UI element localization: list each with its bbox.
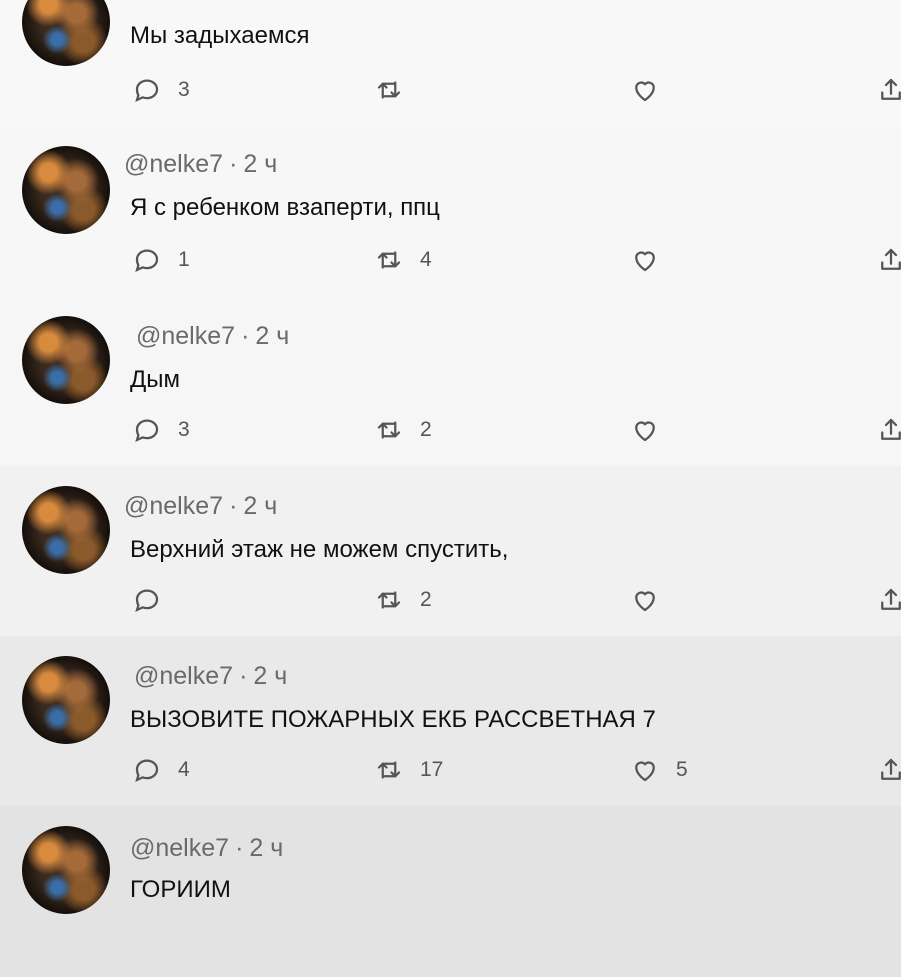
share-button[interactable] bbox=[876, 750, 901, 790]
meta-separator: · bbox=[241, 322, 250, 350]
tweet-meta: @nelke7 · 2 ч bbox=[130, 834, 283, 863]
share-icon bbox=[881, 418, 901, 440]
heart-icon bbox=[635, 421, 655, 442]
share-button[interactable] bbox=[876, 70, 901, 110]
heart-icon bbox=[635, 81, 655, 102]
retweet-icon bbox=[377, 81, 401, 99]
retweet-count: 2 bbox=[420, 418, 432, 441]
share-button[interactable] bbox=[876, 580, 901, 620]
tweet-time: 2 ч bbox=[243, 150, 278, 178]
user-handle[interactable]: @nelke7 bbox=[124, 492, 223, 520]
meta-separator: · bbox=[229, 150, 238, 178]
reply-count: 3 bbox=[178, 78, 190, 101]
user-handle[interactable]: @nelke7 bbox=[136, 322, 235, 350]
tweet-text: ВЫЗОВИТЕ ПОЖАРНЫХ ЕКБ РАССВЕТНАЯ 7 bbox=[130, 706, 656, 733]
heart-icon bbox=[635, 251, 655, 272]
tweet-actions: 3 2 bbox=[0, 410, 901, 450]
avatar[interactable] bbox=[22, 656, 110, 744]
reply-icon bbox=[135, 249, 159, 273]
reply-button[interactable]: 3 bbox=[132, 410, 190, 450]
retweet-icon bbox=[377, 761, 401, 779]
like-button[interactable]: 5 bbox=[630, 750, 688, 790]
user-handle[interactable]: @nelke7 bbox=[124, 150, 223, 178]
reply-icon bbox=[135, 759, 159, 783]
retweet-icon bbox=[377, 591, 401, 609]
tweet[interactable]: @nelke7 · 2 ч Я с ребенком взаперти, ппц 1… bbox=[0, 126, 901, 297]
tweet-actions: 3 bbox=[0, 70, 901, 110]
reply-button[interactable] bbox=[132, 580, 178, 620]
share-button[interactable] bbox=[876, 410, 901, 450]
tweet-time: 2 ч bbox=[249, 834, 284, 862]
tweet[interactable]: @nelke7 · 2 ч Дым 3 2 bbox=[0, 296, 901, 467]
tweet-actions: 2 bbox=[0, 580, 901, 620]
tweet-actions: 1 4 bbox=[0, 240, 901, 280]
retweet-button[interactable]: 17 bbox=[374, 750, 443, 790]
reply-icon bbox=[135, 419, 159, 443]
share-icon bbox=[881, 588, 901, 610]
avatar[interactable] bbox=[22, 486, 110, 574]
share-icon bbox=[881, 758, 901, 780]
like-count: 5 bbox=[676, 758, 688, 781]
tweet-text: Дым bbox=[130, 366, 181, 393]
avatar[interactable] bbox=[22, 146, 110, 234]
tweet-meta: @nelke7 · 2 ч bbox=[134, 662, 287, 691]
tweet-time: 2 ч bbox=[243, 492, 278, 520]
retweet-icon bbox=[377, 251, 401, 269]
meta-separator: · bbox=[235, 834, 244, 862]
reply-icon bbox=[135, 79, 159, 103]
reply-count: 3 bbox=[178, 418, 190, 441]
retweet-button[interactable]: 4 bbox=[374, 240, 432, 280]
tweet-text: ГОРИИМ bbox=[130, 876, 231, 903]
retweet-count: 4 bbox=[420, 248, 432, 271]
tweet-feed: Мы задыхаемся 3 @nelke7 · 2 ч Я с ребенк… bbox=[0, 0, 901, 977]
avatar[interactable] bbox=[22, 826, 110, 914]
reply-count: 4 bbox=[178, 758, 190, 781]
tweet[interactable]: @nelke7 · 2 ч ВЫЗОВИТЕ ПОЖАРНЫХ ЕКБ РАССВЕ… bbox=[0, 636, 901, 807]
tweet[interactable]: @nelke7 · 2 ч ГОРИИМ bbox=[0, 806, 901, 977]
retweet-button[interactable]: 2 bbox=[374, 580, 432, 620]
tweet-text: Я с ребенком взаперти, ппц bbox=[130, 194, 440, 221]
reply-button[interactable]: 3 bbox=[132, 70, 190, 110]
tweet[interactable]: @nelke7 · 2 ч Верхний этаж не можем спусти… bbox=[0, 466, 901, 637]
like-button[interactable] bbox=[630, 580, 676, 620]
user-handle[interactable]: @nelke7 bbox=[134, 662, 233, 690]
avatar[interactable] bbox=[22, 316, 110, 404]
tweet-meta: @nelke7 · 2 ч bbox=[124, 150, 277, 179]
retweet-icon bbox=[377, 421, 401, 439]
reply-icon bbox=[135, 589, 159, 613]
tweet-time: 2 ч bbox=[255, 322, 290, 350]
tweet-text: Мы задыхаемся bbox=[130, 22, 310, 49]
heart-icon bbox=[635, 591, 655, 612]
reply-button[interactable]: 4 bbox=[132, 750, 190, 790]
tweet-text: Верхний этаж не можем спустить, bbox=[130, 536, 509, 563]
user-handle[interactable]: @nelke7 bbox=[130, 834, 229, 862]
like-button[interactable] bbox=[630, 410, 676, 450]
tweet[interactable]: Мы задыхаемся 3 bbox=[0, 0, 901, 127]
retweet-count: 17 bbox=[420, 758, 444, 781]
share-button[interactable] bbox=[876, 240, 901, 280]
tweet-meta: @nelke7 · 2 ч bbox=[136, 322, 289, 351]
avatar[interactable] bbox=[22, 0, 110, 66]
retweet-count: 2 bbox=[420, 588, 432, 611]
reply-count: 1 bbox=[178, 248, 190, 271]
meta-separator: · bbox=[229, 492, 238, 520]
tweet-actions: 4 17 5 bbox=[0, 750, 901, 790]
reply-button[interactable]: 1 bbox=[132, 240, 190, 280]
retweet-button[interactable] bbox=[374, 70, 420, 110]
tweet-time: 2 ч bbox=[253, 662, 288, 690]
heart-icon bbox=[635, 761, 655, 782]
share-icon bbox=[881, 78, 901, 100]
like-button[interactable] bbox=[630, 240, 676, 280]
share-icon bbox=[881, 248, 901, 270]
meta-separator: · bbox=[239, 662, 248, 690]
retweet-button[interactable]: 2 bbox=[374, 410, 432, 450]
tweet-meta: @nelke7 · 2 ч bbox=[124, 492, 277, 521]
like-button[interactable] bbox=[630, 70, 676, 110]
